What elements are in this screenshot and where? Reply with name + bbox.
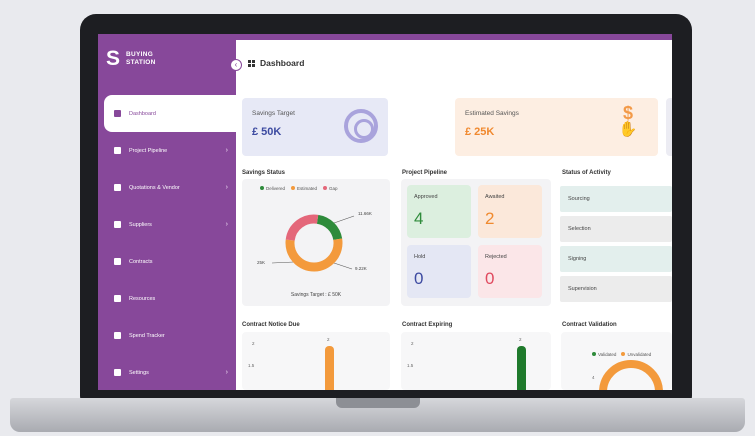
donut-label-gap: 11.66K bbox=[358, 211, 372, 216]
contract-notice-panel: 2 1.5 2 bbox=[242, 332, 390, 390]
donut-label-estimated: 25K bbox=[257, 260, 266, 265]
page-title-text: Dashboard bbox=[260, 58, 305, 68]
contract-notice-bar bbox=[325, 346, 334, 390]
logo-mark-icon: S bbox=[106, 47, 121, 70]
pipeline-rejected-box[interactable]: Rejected 0 bbox=[478, 245, 542, 298]
sidebar-item-label: Resources bbox=[129, 295, 156, 302]
bar-value-label: 2 bbox=[519, 337, 522, 342]
sidebar-item-settings[interactable]: Settings › bbox=[98, 354, 236, 390]
sidebar-item-quotations[interactable]: Quotations & Vendor › bbox=[98, 169, 236, 206]
donut-slice-gap bbox=[285, 214, 319, 241]
rejected-count: 0 bbox=[485, 269, 495, 288]
laptop-notch bbox=[336, 398, 420, 408]
pipeline-awaited-box[interactable]: Awaited 2 bbox=[478, 185, 542, 238]
brand-name-line2: STATION bbox=[126, 59, 156, 66]
chevron-right-icon: › bbox=[225, 184, 228, 191]
savings-status-title: Savings Status bbox=[242, 170, 286, 176]
awaited-count: 2 bbox=[485, 209, 495, 228]
sidebar-item-label: Dashboard bbox=[129, 110, 156, 117]
contract-expiring-bar bbox=[517, 346, 526, 390]
page-title: Dashboard bbox=[248, 58, 304, 68]
bar-value-label: 2 bbox=[327, 337, 330, 342]
pipeline-hold-box[interactable]: Hold 0 bbox=[407, 245, 471, 298]
project-pipeline-title: Project Pipeline bbox=[402, 170, 448, 176]
validation-legend: Validated Unvalidated bbox=[592, 352, 651, 357]
rejected-label: Rejected bbox=[485, 254, 507, 260]
sidebar-item-label: Settings bbox=[129, 369, 149, 376]
contract-notice-title: Contract Notice Due bbox=[242, 322, 300, 328]
chevron-right-icon: › bbox=[225, 221, 228, 228]
y-tick: 2 bbox=[252, 341, 255, 346]
approved-label: Approved bbox=[414, 194, 438, 200]
legend-validated: Validated bbox=[592, 352, 616, 357]
pipeline-icon bbox=[114, 147, 121, 154]
folder-icon bbox=[114, 295, 121, 302]
sidebar-item-project-pipeline[interactable]: Project Pipeline › bbox=[98, 132, 236, 169]
truck-icon bbox=[114, 221, 121, 228]
savings-target-card[interactable]: Savings Target £ 50K bbox=[242, 98, 388, 156]
dashboard-icon bbox=[114, 110, 121, 117]
app-screen: S BUYING STATION Dashboard Project Pipel… bbox=[98, 34, 672, 390]
savings-target-label: Savings Target bbox=[252, 110, 295, 117]
chevron-right-icon: › bbox=[225, 369, 228, 376]
awaited-label: Awaited bbox=[485, 194, 505, 200]
sidebar-item-resources[interactable]: Resources bbox=[98, 280, 236, 317]
sidebar: S BUYING STATION Dashboard Project Pipel… bbox=[98, 34, 236, 390]
y-tick: 2 bbox=[411, 341, 414, 346]
sidebar-item-label: Spend Tracker bbox=[129, 332, 165, 339]
activity-selection[interactable]: Selection bbox=[560, 216, 672, 242]
brand-logo[interactable]: S BUYING STATION bbox=[106, 48, 156, 70]
brand-name-line1: BUYING bbox=[126, 51, 154, 58]
y-tick: 1.5 bbox=[407, 363, 414, 368]
savings-status-panel: Delivered Estimated Gap 11.66K 25K 9.22K… bbox=[242, 179, 390, 306]
sidebar-item-contracts[interactable]: Contracts bbox=[98, 243, 236, 280]
donut-slice-estimated bbox=[285, 238, 343, 272]
savings-caption: Savings Target : £ 50K bbox=[290, 292, 342, 298]
validation-donut-chart bbox=[599, 360, 663, 390]
activity-sourcing[interactable]: Sourcing bbox=[560, 186, 672, 212]
validation-arc bbox=[599, 360, 663, 390]
y-tick: 1.5 bbox=[248, 363, 255, 368]
savings-donut-chart bbox=[271, 214, 355, 272]
contract-icon bbox=[114, 258, 121, 265]
donut-slice-delivered bbox=[316, 214, 343, 241]
document-icon bbox=[114, 184, 121, 191]
activity-title: Status of Activity bbox=[562, 170, 611, 176]
target-icon bbox=[344, 109, 378, 143]
sidebar-item-spend-tracker[interactable]: Spend Tracker bbox=[98, 317, 236, 354]
estimated-savings-label: Estimated Savings bbox=[465, 110, 519, 117]
estimated-savings-card[interactable]: Estimated Savings £ 25K $ ✋ bbox=[455, 98, 658, 156]
activity-supervision[interactable]: Supervision bbox=[560, 276, 672, 302]
sidebar-item-label: Quotations & Vendor bbox=[129, 184, 180, 191]
money-hand-icon: $ ✋ bbox=[618, 103, 638, 138]
estimated-savings-value: £ 25K bbox=[465, 126, 495, 138]
sidebar-item-label: Contracts bbox=[129, 258, 153, 265]
contract-expiring-panel: 2 1.5 2 bbox=[401, 332, 551, 390]
sidebar-item-suppliers[interactable]: Suppliers › bbox=[98, 206, 236, 243]
tracker-icon bbox=[114, 332, 121, 339]
savings-target-value: £ 50K bbox=[252, 126, 282, 138]
approved-count: 4 bbox=[414, 209, 424, 228]
sidebar-item-dashboard[interactable]: Dashboard bbox=[104, 95, 236, 132]
sidebar-nav: Dashboard Project Pipeline › Quotations … bbox=[98, 95, 236, 390]
legend-unvalidated: Unvalidated bbox=[621, 352, 651, 357]
sidebar-item-label: Suppliers bbox=[129, 221, 152, 228]
gear-icon bbox=[114, 369, 121, 376]
donut-label-delivered: 9.22K bbox=[355, 266, 367, 271]
grid-icon bbox=[248, 59, 255, 67]
hold-label: Hold bbox=[414, 254, 426, 260]
sidebar-item-label: Project Pipeline bbox=[129, 147, 168, 154]
chevron-right-icon: › bbox=[225, 147, 228, 154]
pipeline-approved-box[interactable]: Approved 4 bbox=[407, 185, 471, 238]
hold-count: 0 bbox=[414, 269, 424, 288]
activity-signing[interactable]: Signing bbox=[560, 246, 672, 272]
collapse-sidebar-button[interactable]: ‹ bbox=[230, 59, 242, 71]
contract-validation-title: Contract Validation bbox=[562, 322, 617, 328]
next-kpi-card[interactable] bbox=[666, 98, 672, 156]
contract-expiring-title: Contract Expiring bbox=[402, 322, 453, 328]
